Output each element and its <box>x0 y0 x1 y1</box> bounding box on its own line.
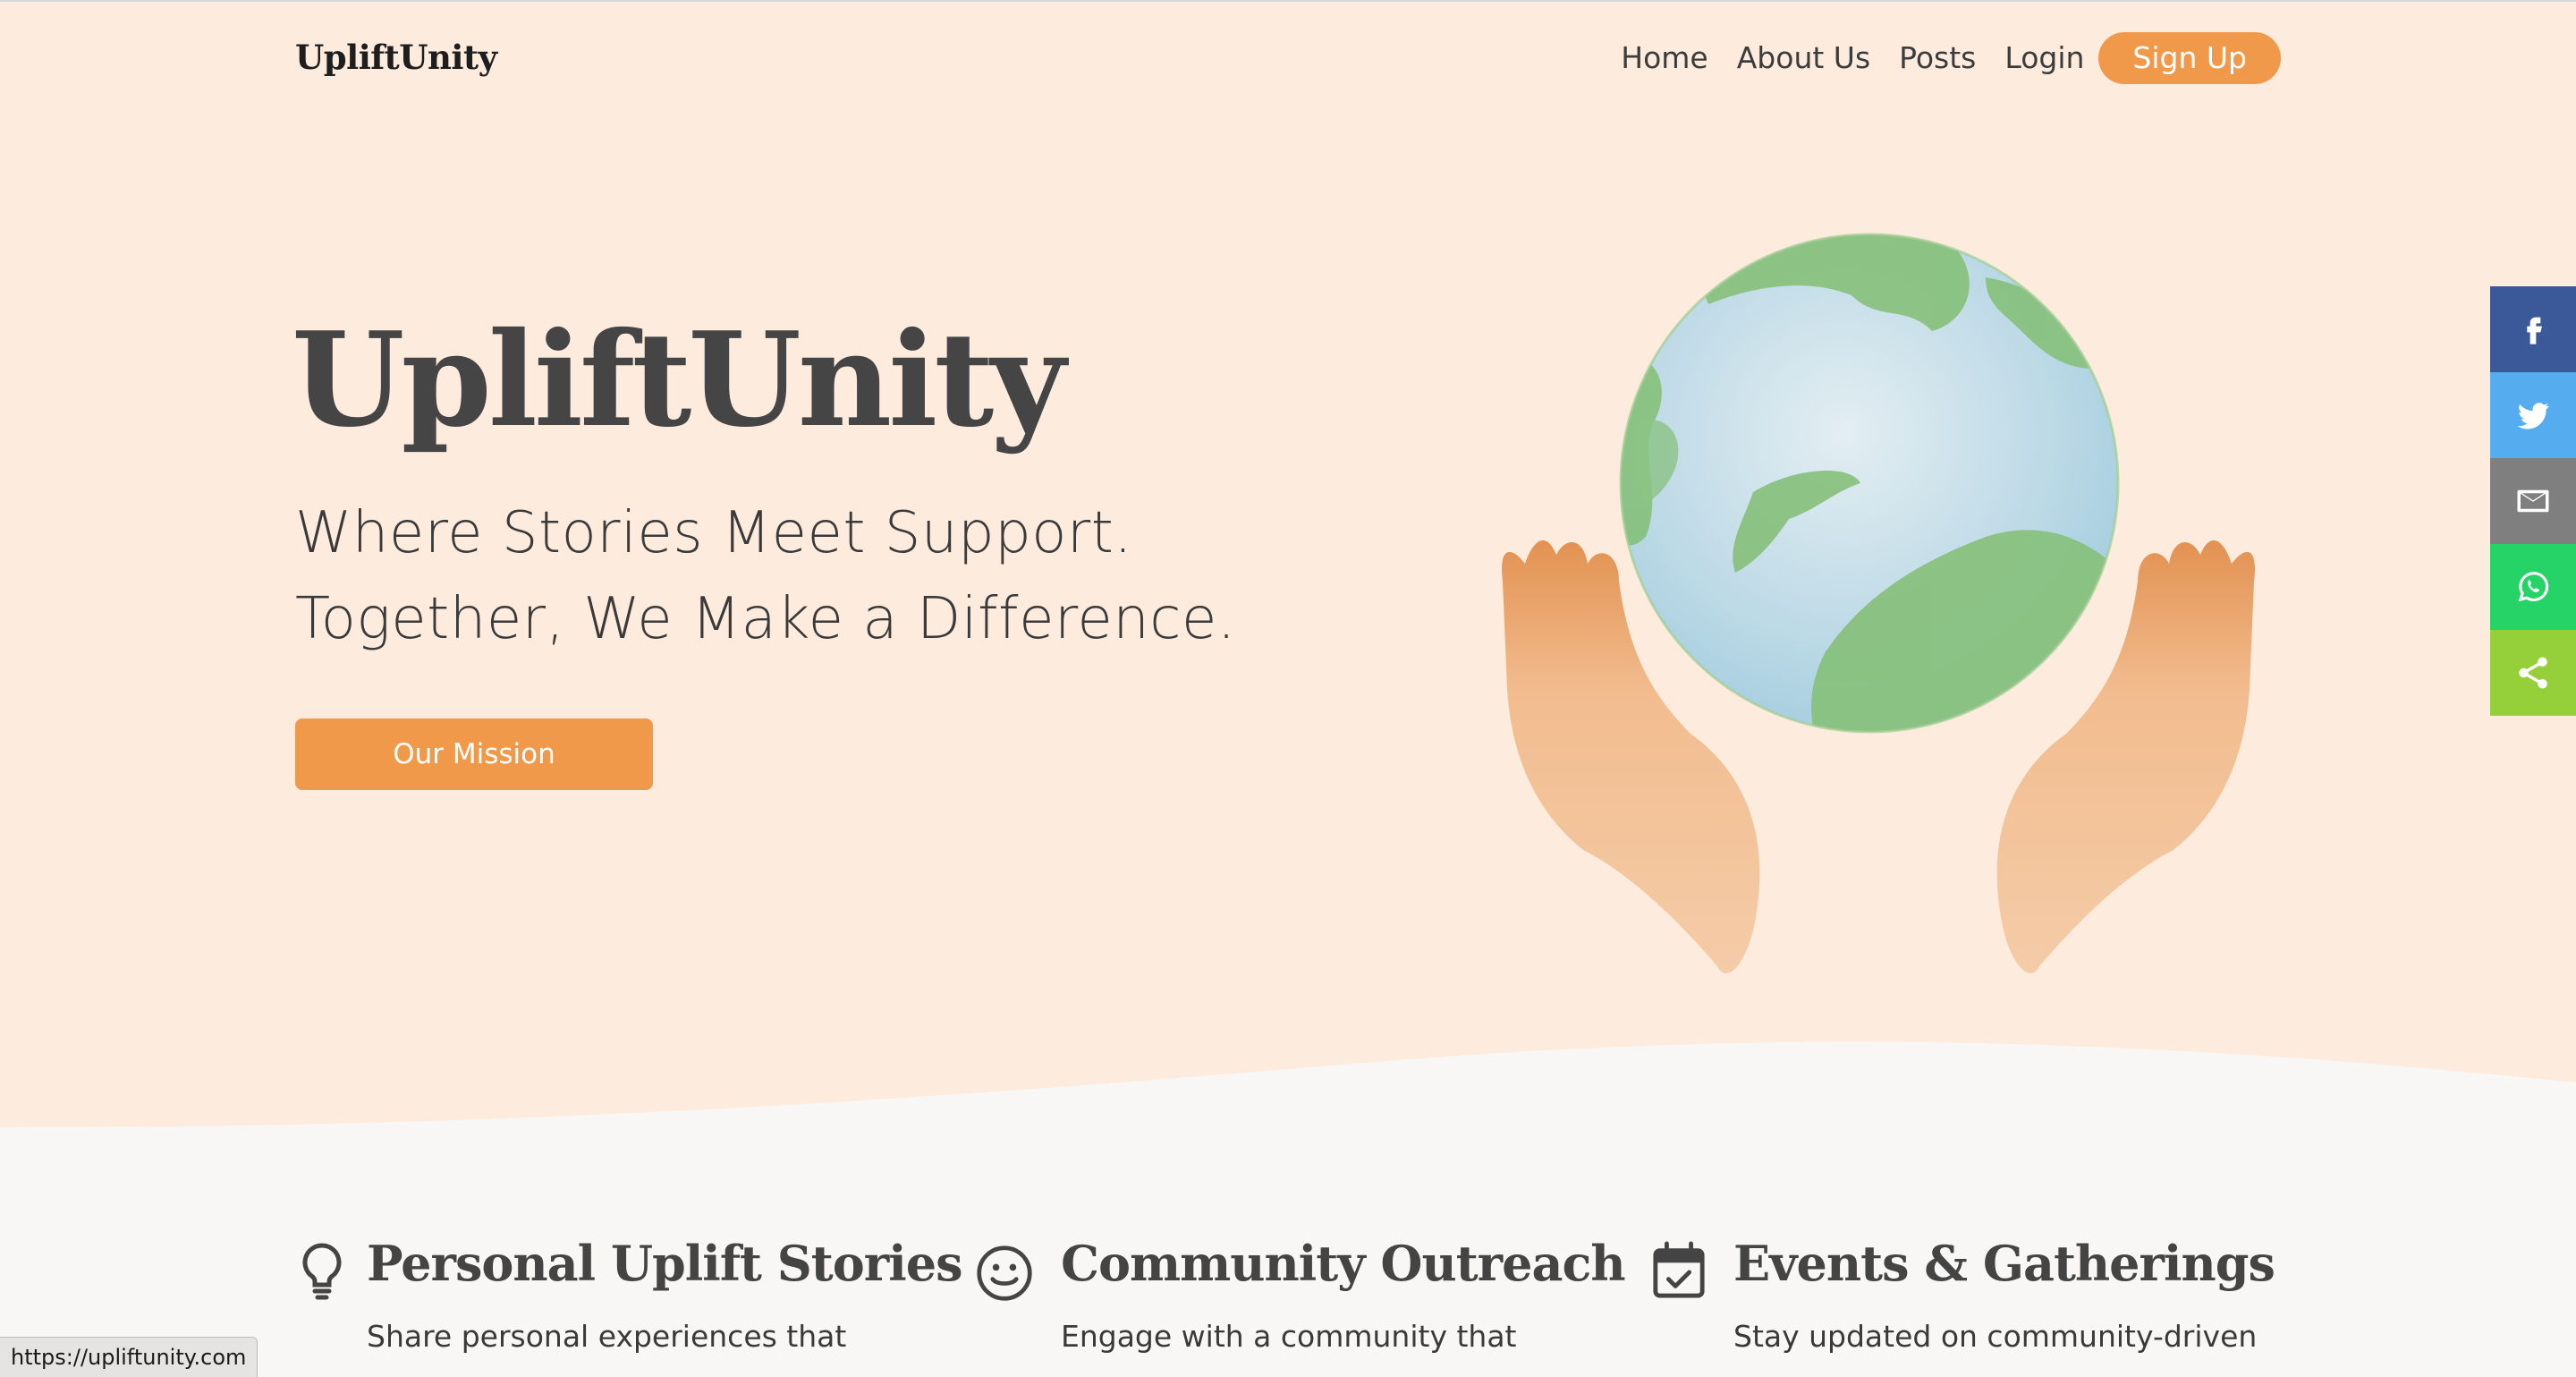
nav-posts[interactable]: Posts <box>1899 32 1976 84</box>
hero-wave-divider <box>0 1041 2576 1199</box>
our-mission-button[interactable]: Our Mission <box>295 718 653 790</box>
whatsapp-icon <box>2518 572 2549 602</box>
facebook-share-button[interactable] <box>2490 286 2576 372</box>
status-bar-url: https://upliftunity.com <box>0 1337 258 1377</box>
social-share-bar <box>2490 286 2576 716</box>
lightbulb-icon <box>302 1243 342 1300</box>
nav-home[interactable]: Home <box>1621 32 1707 84</box>
share-icon <box>2519 657 2547 689</box>
globe-hands-illustration <box>1502 233 2255 973</box>
whatsapp-share-button[interactable] <box>2490 544 2576 630</box>
twitter-share-button[interactable] <box>2490 372 2576 458</box>
hero-tagline-line-1: Where Stories Meet Support. <box>295 500 1133 566</box>
nav-login[interactable]: Login <box>2004 32 2084 84</box>
facebook-icon <box>2527 317 2542 344</box>
share-more-button[interactable] <box>2490 630 2576 716</box>
feature-description: Engage with a community that <box>1061 1319 1517 1354</box>
feature-title: Community Outreach <box>1061 1235 1626 1292</box>
twitter-icon <box>2517 403 2549 429</box>
calendar-check-icon <box>1653 1241 1705 1298</box>
signup-button[interactable]: Sign Up <box>2098 32 2281 84</box>
site-logo[interactable]: UpliftUnity <box>295 38 497 77</box>
nav-about-us[interactable]: About Us <box>1737 32 1870 84</box>
hero-tagline-line-2: Together, We Make a Difference. <box>295 586 1236 652</box>
main-nav: Home About Us Posts Login Sign Up <box>1621 32 2281 84</box>
email-share-button[interactable] <box>2490 458 2576 544</box>
smiley-icon <box>977 1245 1032 1301</box>
hero-tagline: Where Stories Meet Support. Together, We… <box>295 490 1236 662</box>
window-top-border <box>0 0 2576 2</box>
feature-description: Stay updated on community-driven <box>1733 1319 2258 1354</box>
feature-title: Events & Gatherings <box>1733 1235 2275 1292</box>
feature-description: Share personal experiences that <box>367 1319 847 1354</box>
feature-title: Personal Uplift Stories <box>367 1235 962 1292</box>
email-icon <box>2517 489 2549 513</box>
hero-title: UpliftUnity <box>292 304 1066 456</box>
